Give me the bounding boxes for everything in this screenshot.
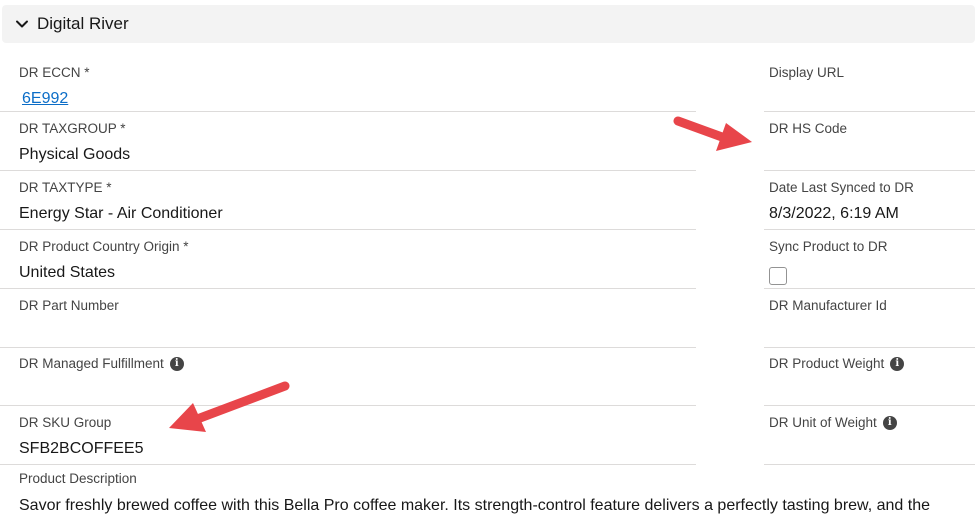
field-label-row: DR Unit of Weight i xyxy=(769,415,897,430)
field-label: DR TAXGROUP * xyxy=(19,121,126,136)
product-description-label: Product Description xyxy=(19,471,137,486)
field-label: DR Part Number xyxy=(19,298,119,313)
field-label: DR Manufacturer Id xyxy=(769,298,887,313)
product-description-text: Savor freshly brewed coffee with this Be… xyxy=(19,497,930,514)
field-label-row: DR Product Weight i xyxy=(769,356,905,371)
field-label: DR SKU Group xyxy=(19,415,112,430)
info-icon[interactable]: i xyxy=(890,356,905,371)
field-dr-sku-group: DR SKU Group SFB2BCOFFEE5 xyxy=(0,407,696,465)
section-title: Digital River xyxy=(37,14,129,33)
field-label: DR HS Code xyxy=(769,121,848,136)
divider xyxy=(764,111,975,112)
field-dr-manufacturer-id: DR Manufacturer Id xyxy=(764,290,975,348)
field-dr-taxtype: DR TAXTYPE * Energy Star - Air Condition… xyxy=(0,172,696,230)
field-dr-hs-code: DR HS Code xyxy=(764,113,975,171)
sync-product-checkbox[interactable] xyxy=(769,267,787,285)
field-value: 8/3/2022, 6:19 AM xyxy=(769,205,899,222)
divider xyxy=(0,464,696,465)
field-label: Display URL xyxy=(769,65,845,80)
field-label-row: DR Managed Fulfillment i xyxy=(19,356,184,371)
divider xyxy=(764,170,975,171)
divider xyxy=(0,170,696,171)
section-header-digital-river[interactable]: Digital River xyxy=(2,5,975,43)
field-value: Physical Goods xyxy=(19,146,131,163)
info-icon[interactable]: i xyxy=(882,415,897,430)
field-date-last-synced: Date Last Synced to DR 8/3/2022, 6:19 AM xyxy=(764,172,975,230)
divider xyxy=(0,111,696,112)
field-display-url: Display URL xyxy=(764,57,975,112)
eccn-link[interactable]: 6E992 xyxy=(22,90,68,108)
field-dr-managed-fulfillment: DR Managed Fulfillment i xyxy=(0,348,696,406)
field-dr-product-weight: DR Product Weight i xyxy=(764,348,975,406)
field-dr-eccn: DR ECCN * 6E992 xyxy=(0,57,696,112)
field-dr-product-country-origin: DR Product Country Origin * United State… xyxy=(0,231,696,289)
field-label: DR ECCN * xyxy=(19,65,90,80)
field-value: Energy Star - Air Conditioner xyxy=(19,205,223,222)
field-label: DR Managed Fulfillment xyxy=(19,356,164,371)
field-label: DR Unit of Weight xyxy=(769,415,877,430)
field-label: DR TAXTYPE * xyxy=(19,180,112,195)
info-icon[interactable]: i xyxy=(169,356,184,371)
field-dr-unit-of-weight: DR Unit of Weight i xyxy=(764,407,975,465)
divider xyxy=(764,464,975,465)
field-label: Sync Product to DR xyxy=(769,239,888,254)
divider xyxy=(764,288,975,289)
divider xyxy=(0,405,696,406)
divider xyxy=(0,288,696,289)
field-sync-product-to-dr: Sync Product to DR xyxy=(764,231,975,289)
divider xyxy=(0,229,696,230)
field-dr-taxgroup: DR TAXGROUP * Physical Goods xyxy=(0,113,696,171)
field-label: Date Last Synced to DR xyxy=(769,180,914,195)
field-dr-part-number: DR Part Number xyxy=(0,290,696,348)
field-label: DR Product Country Origin * xyxy=(19,239,189,254)
divider xyxy=(764,405,975,406)
field-value: SFB2BCOFFEE5 xyxy=(19,440,144,457)
field-label: DR Product Weight xyxy=(769,356,885,371)
divider xyxy=(764,229,975,230)
chevron-down-icon[interactable] xyxy=(14,16,30,32)
field-value: United States xyxy=(19,264,116,281)
